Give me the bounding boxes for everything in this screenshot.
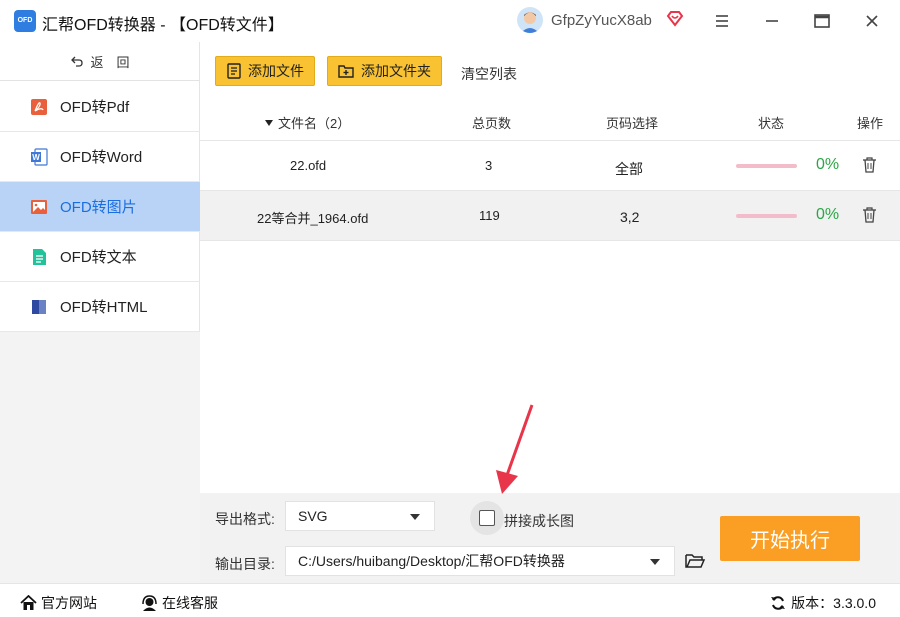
status-bar: 官方网站 在线客服 版本：3.3.0.0: [0, 583, 900, 617]
merge-label[interactable]: 拼接成长图: [504, 511, 574, 531]
sidebar-item-pdf[interactable]: OFD转Pdf: [0, 82, 200, 132]
support-label: 在线客服: [162, 595, 218, 611]
chevron-down-icon: [410, 514, 420, 520]
progress-percent: 0%: [816, 206, 840, 223]
sidebar-item-label: OFD转图片: [60, 199, 137, 216]
website-label: 官方网站: [41, 595, 97, 611]
website-link[interactable]: 官方网站: [20, 593, 97, 613]
pages-cell: 3: [485, 158, 493, 173]
back-button[interactable]: 返 回: [0, 42, 200, 81]
trash-icon[interactable]: [862, 157, 877, 173]
progress-bar: [736, 214, 797, 218]
start-button[interactable]: 开始执行: [720, 516, 860, 561]
format-select[interactable]: SVG: [285, 501, 435, 531]
version-info[interactable]: 版本：3.3.0.0: [770, 593, 876, 613]
status-column-header: 状态: [758, 116, 785, 131]
format-label: 导出格式:: [215, 511, 275, 527]
output-options-panel: 导出格式: SVG 拼接成长图 输出目录: C:/Users/huibang/D…: [200, 493, 900, 583]
title-bar: OFD 汇帮OFD转换器 - 【OFD转文件】 GfpZyYucX8ab: [0, 0, 900, 42]
sidebar-item-text[interactable]: OFD转文本: [0, 232, 200, 282]
refresh-icon: [771, 596, 786, 610]
back-arrow-icon: [71, 56, 84, 67]
sidebar-item-label: OFD转Word: [60, 149, 143, 166]
maximize-icon[interactable]: [812, 11, 832, 31]
sidebar: 返 回 OFD转Pdf W OFD转Word OFD转图片 OFD转文本 OFD…: [0, 42, 200, 583]
app-logo: OFD: [14, 10, 36, 32]
filename-cell: 22.ofd: [290, 158, 327, 173]
filename-column-header[interactable]: 文件名（2）: [264, 113, 350, 132]
sidebar-item-label: OFD转Pdf: [60, 99, 130, 116]
support-link[interactable]: 在线客服: [141, 593, 218, 613]
sort-down-icon: [265, 119, 273, 126]
add-file-label: 添加文件: [248, 63, 304, 79]
window-title: 汇帮OFD转换器 - 【OFD转文件】: [42, 17, 284, 34]
pages-column-header: 总页数: [472, 116, 512, 131]
trash-icon[interactable]: [862, 207, 877, 223]
html-icon: [32, 299, 46, 314]
page-select-column-header: 页码选择: [606, 116, 659, 131]
word-icon: W: [31, 147, 48, 166]
checkbox-box: [479, 510, 495, 526]
username[interactable]: GfpZyYucX8ab: [551, 12, 652, 29]
user-avatar[interactable]: [517, 7, 543, 33]
merge-checkbox[interactable]: [470, 501, 504, 535]
folder-open-icon[interactable]: [684, 551, 706, 571]
close-icon[interactable]: [862, 11, 882, 31]
table-row[interactable]: 22等合并_1964.ofd 119 3,2 0%: [200, 191, 900, 241]
page-select-cell[interactable]: 全部: [615, 159, 643, 179]
text-icon: [33, 248, 46, 265]
table-row[interactable]: 22.ofd 3 全部 0%: [200, 141, 900, 191]
sidebar-empty-area: [0, 332, 200, 583]
pages-cell: 119: [479, 208, 500, 223]
sidebar-item-label: OFD转HTML: [60, 299, 148, 316]
filename-cell: 22等合并_1964.ofd: [257, 211, 369, 226]
page-select-cell[interactable]: 3,2: [620, 209, 639, 225]
folder-add-icon: [338, 65, 354, 78]
menu-icon[interactable]: [712, 11, 732, 31]
sidebar-item-word[interactable]: W OFD转Word: [0, 132, 200, 182]
sidebar-item-image[interactable]: OFD转图片: [0, 182, 200, 232]
progress-bar: [736, 164, 797, 168]
add-folder-button[interactable]: 添加文件夹: [327, 56, 442, 86]
home-icon: [20, 595, 37, 610]
output-dir-select[interactable]: C:/Users/huibang/Desktop/汇帮OFD转换器: [285, 546, 675, 576]
diamond-heart-icon[interactable]: [666, 9, 684, 27]
add-folder-label: 添加文件夹: [361, 63, 431, 79]
pdf-icon: [31, 98, 47, 115]
svg-text:W: W: [32, 153, 40, 162]
chevron-down-icon: [650, 559, 660, 565]
file-list-panel: 添加文件 添加文件夹 清空列表 文件名（2） 总页数 页码选择 状态 操作 22…: [200, 42, 900, 493]
file-list-icon: [227, 63, 241, 79]
version-label: 版本：3.3.0.0: [791, 595, 876, 611]
clear-list-button[interactable]: 清空列表: [461, 64, 517, 84]
minimize-icon[interactable]: [762, 11, 782, 31]
headset-icon: [142, 595, 157, 611]
output-dir-value: C:/Users/huibang/Desktop/汇帮OFD转换器: [298, 553, 565, 569]
output-dir-label: 输出目录:: [215, 556, 275, 572]
format-value: SVG: [298, 508, 328, 524]
add-file-button[interactable]: 添加文件: [215, 56, 315, 86]
sidebar-item-label: OFD转文本: [60, 249, 137, 266]
progress-percent: 0%: [816, 156, 840, 173]
sidebar-item-html[interactable]: OFD转HTML: [0, 282, 200, 332]
table-header: 文件名（2） 总页数 页码选择 状态 操作: [200, 100, 900, 141]
back-label: 返 回: [90, 54, 130, 70]
image-icon: [31, 199, 47, 214]
action-column-header: 操作: [857, 116, 884, 131]
